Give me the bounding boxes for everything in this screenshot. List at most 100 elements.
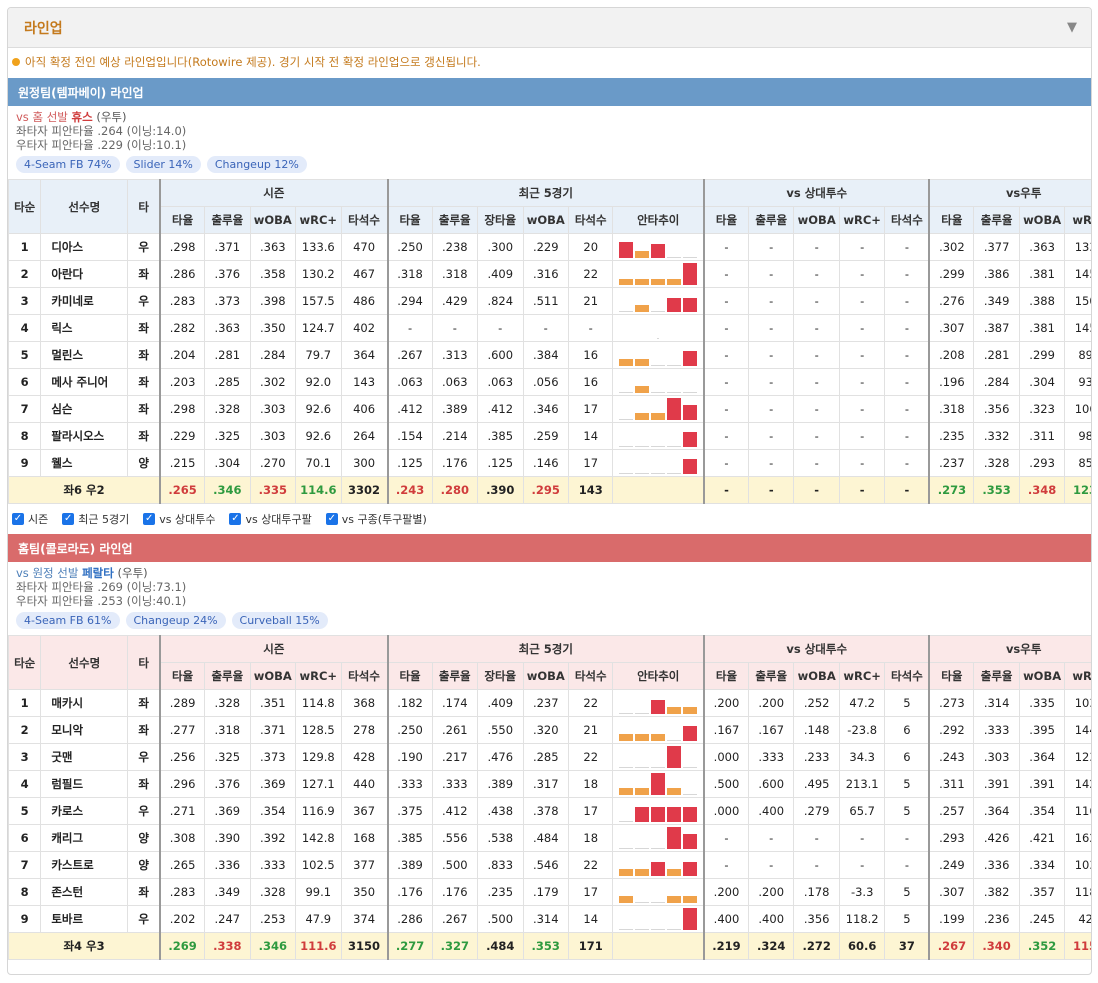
subheader[interactable]: 타석수	[340, 662, 389, 690]
subheader[interactable]: 타율	[928, 662, 975, 690]
last5-stat: .146	[522, 449, 569, 477]
subheader[interactable]: wOBA	[1018, 662, 1066, 690]
subheader[interactable]: wRC+	[295, 662, 342, 690]
subheader[interactable]: wOBA	[249, 206, 297, 234]
subheader[interactable]: 타율	[386, 662, 433, 690]
total-season-stat: .338	[204, 932, 251, 960]
subheader[interactable]: 타율	[159, 662, 206, 690]
subheader[interactable]: wRC+	[1064, 662, 1091, 690]
filter-checkbox[interactable]: ✓ vs 상대투수	[143, 511, 215, 527]
subheader[interactable]: 출루율	[431, 206, 479, 234]
player-name[interactable]: 럼필드	[40, 770, 129, 798]
player-name[interactable]: 카스트로	[40, 851, 129, 879]
subheader[interactable]: 타율	[928, 206, 975, 234]
subheader[interactable]: 타석수	[340, 206, 389, 234]
subheader[interactable]: 출루율	[431, 662, 479, 690]
subheader[interactable]: wOBA	[1018, 206, 1066, 234]
spark-bar	[651, 700, 666, 714]
panel-header[interactable]: 라인업 ▼	[8, 8, 1091, 48]
subheader[interactable]: wOBA	[522, 206, 569, 234]
vs-hand-stat: .387	[973, 314, 1020, 342]
last5-stat: .389	[386, 851, 433, 879]
player-name[interactable]: 카로스	[40, 797, 129, 825]
player-name[interactable]: 굿맨	[40, 743, 129, 771]
filter-checkbox[interactable]: ✓ 최근 5경기	[62, 511, 129, 527]
player-name[interactable]: 디아스	[40, 233, 129, 261]
filter-checkbox[interactable]: ✓ vs 구종(투구팔별)	[325, 511, 427, 527]
checkbox-checked-icon[interactable]: ✓	[229, 513, 242, 525]
player-name[interactable]: 심슨	[40, 395, 129, 423]
subheader[interactable]: 장타율	[477, 206, 524, 234]
subheader[interactable]: wRC+	[838, 206, 886, 234]
vs-prefix: vs 원정 선발	[16, 566, 83, 580]
notice-text: 아직 확정 전인 예상 라인업입니다(Rotowire 제공). 경기 시작 전…	[25, 55, 481, 69]
subheader[interactable]: wOBA	[522, 662, 569, 690]
vs-pitcher-stat: -	[884, 341, 930, 369]
subheader[interactable]: 타율	[702, 206, 749, 234]
subheader[interactable]: 타석수	[567, 662, 614, 690]
filter-checkbox[interactable]: ✓ 시즌	[12, 511, 48, 527]
total-vs-pitcher-stat: -	[793, 476, 840, 504]
subheader[interactable]: 출루율	[747, 662, 795, 690]
subheader[interactable]: 출루율	[973, 662, 1020, 690]
subheader[interactable]: 타석수	[567, 206, 614, 234]
vs-hand-stat: 118.9	[1064, 878, 1091, 906]
player-name[interactable]: 모니악	[40, 716, 129, 744]
subheader[interactable]: wRC+	[1064, 206, 1091, 234]
total-vs-pitcher-stat: .272	[793, 932, 840, 960]
checkbox-checked-icon[interactable]: ✓	[62, 513, 75, 525]
checkbox-checked-icon[interactable]: ✓	[143, 513, 156, 525]
subheader[interactable]: 타석수	[884, 206, 930, 234]
bat-hand: 좌	[127, 368, 161, 396]
collapse-triangle-icon[interactable]: ▼	[1067, 20, 1077, 35]
last5-stat: .346	[522, 395, 569, 423]
player-name[interactable]: 카미네로	[40, 287, 129, 315]
filter-checkbox[interactable]: ✓ vs 상대투구팔	[229, 511, 312, 527]
vs-pitcher-stat: 5	[884, 797, 930, 825]
player-name[interactable]: 존스턴	[40, 878, 129, 906]
vs-pitcher-stat: -	[793, 395, 840, 423]
subheader[interactable]: wRC+	[295, 206, 342, 234]
subheader[interactable]: 안타추이	[612, 662, 705, 690]
season-stat: 470	[340, 233, 389, 261]
vs-hand-stat: .323	[1018, 395, 1066, 423]
vs-hand-stat: .311	[928, 770, 975, 798]
player-name[interactable]: 웰스	[40, 449, 129, 477]
subheader[interactable]: 타석수	[884, 662, 930, 690]
subheader[interactable]: 장타율	[477, 662, 524, 690]
player-name[interactable]: 캐리그	[40, 824, 129, 852]
player-name[interactable]: 릭스	[40, 314, 129, 342]
subheader[interactable]: 타율	[159, 206, 206, 234]
player-name[interactable]: 토바르	[40, 905, 129, 933]
checkbox-checked-icon[interactable]: ✓	[325, 513, 338, 525]
subheader[interactable]: wOBA	[249, 662, 297, 690]
player-name[interactable]: 팔라시오스	[40, 422, 129, 450]
season-stat: 133.6	[295, 233, 342, 261]
player-name[interactable]: 멀린스	[40, 341, 129, 369]
player-name[interactable]: 아란다	[40, 260, 129, 288]
subheader[interactable]: 출루율	[747, 206, 795, 234]
pitcher-name[interactable]: 페랄타	[82, 566, 114, 580]
subheader[interactable]: 출루율	[204, 662, 251, 690]
last5-stat: 17	[567, 878, 614, 906]
subheader[interactable]: 출루율	[973, 206, 1020, 234]
subheader[interactable]: 출루율	[204, 206, 251, 234]
subheader[interactable]: wRC+	[838, 662, 886, 690]
pitcher-name[interactable]: 휴스	[72, 110, 93, 124]
subheader[interactable]: 타율	[702, 662, 749, 690]
subheader[interactable]: wOBA	[793, 206, 840, 234]
player-name[interactable]: 메사 주니어	[40, 368, 129, 396]
subheader[interactable]: 안타추이	[612, 206, 705, 234]
season-stat: .371	[249, 716, 297, 744]
total-season-stat: 3302	[340, 476, 389, 504]
checkbox-checked-icon[interactable]: ✓	[12, 513, 24, 525]
vs-hand-stat: 93.3	[1064, 368, 1091, 396]
subheader[interactable]: 타율	[386, 206, 433, 234]
vs-pitcher-stat: .000	[702, 797, 749, 825]
vs-hand-stat: .354	[1018, 797, 1066, 825]
player-name[interactable]: 매카시	[40, 689, 129, 717]
away-pitch-mix: 4-Seam FB 74% Slider 14% Changeup 12%	[8, 152, 1091, 179]
vs-hand-stat: .303	[973, 743, 1020, 771]
spark-bar	[667, 827, 682, 849]
subheader[interactable]: wOBA	[793, 662, 840, 690]
